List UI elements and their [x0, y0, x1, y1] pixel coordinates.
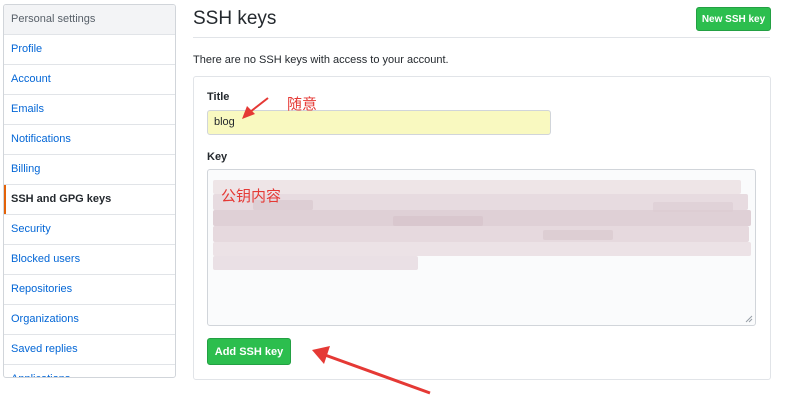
sidebar-item-ssh-gpg-keys[interactable]: SSH and GPG keys	[4, 185, 175, 215]
blur-strip	[393, 216, 483, 226]
title-input[interactable]: blog	[207, 110, 551, 135]
sidebar-item-repositories[interactable]: Repositories	[4, 275, 175, 305]
annotation-key-note: 公钥内容	[221, 187, 282, 205]
sidebar-item-account[interactable]: Account	[4, 65, 175, 95]
sidebar-item-organizations[interactable]: Organizations	[4, 305, 175, 335]
title-divider	[193, 37, 770, 38]
blur-strip	[213, 180, 741, 194]
add-ssh-key-button[interactable]: Add SSH key	[207, 338, 291, 365]
sidebar-item-profile[interactable]: Profile	[4, 35, 175, 65]
sidebar-item-blocked-users[interactable]: Blocked users	[4, 245, 175, 275]
settings-sidebar: Personal settings Profile Account Emails…	[3, 4, 176, 378]
no-keys-notice: There are no SSH keys with access to you…	[193, 54, 449, 66]
resize-handle-icon[interactable]	[745, 315, 753, 323]
blur-strip	[213, 226, 749, 242]
sidebar-item-saved-replies[interactable]: Saved replies	[4, 335, 175, 365]
key-textarea[interactable]	[207, 169, 756, 326]
key-label: Key	[207, 151, 228, 163]
sidebar-item-notifications[interactable]: Notifications	[4, 125, 175, 155]
sidebar-item-applications[interactable]: Applications	[4, 365, 175, 377]
blur-strip	[653, 202, 733, 212]
sidebar-item-emails[interactable]: Emails	[4, 95, 175, 125]
sidebar-item-billing[interactable]: Billing	[4, 155, 175, 185]
blur-strip	[213, 242, 751, 256]
blur-strip	[543, 230, 613, 240]
annotation-title-note: 随意	[287, 95, 318, 113]
blur-strip	[213, 256, 418, 270]
page-title: SSH keys	[193, 8, 277, 29]
title-label: Title	[207, 91, 230, 103]
blurred-key-content	[213, 180, 751, 275]
new-ssh-key-button[interactable]: New SSH key	[696, 7, 771, 31]
sidebar-item-security[interactable]: Security	[4, 215, 175, 245]
sidebar-header: Personal settings	[4, 5, 175, 35]
